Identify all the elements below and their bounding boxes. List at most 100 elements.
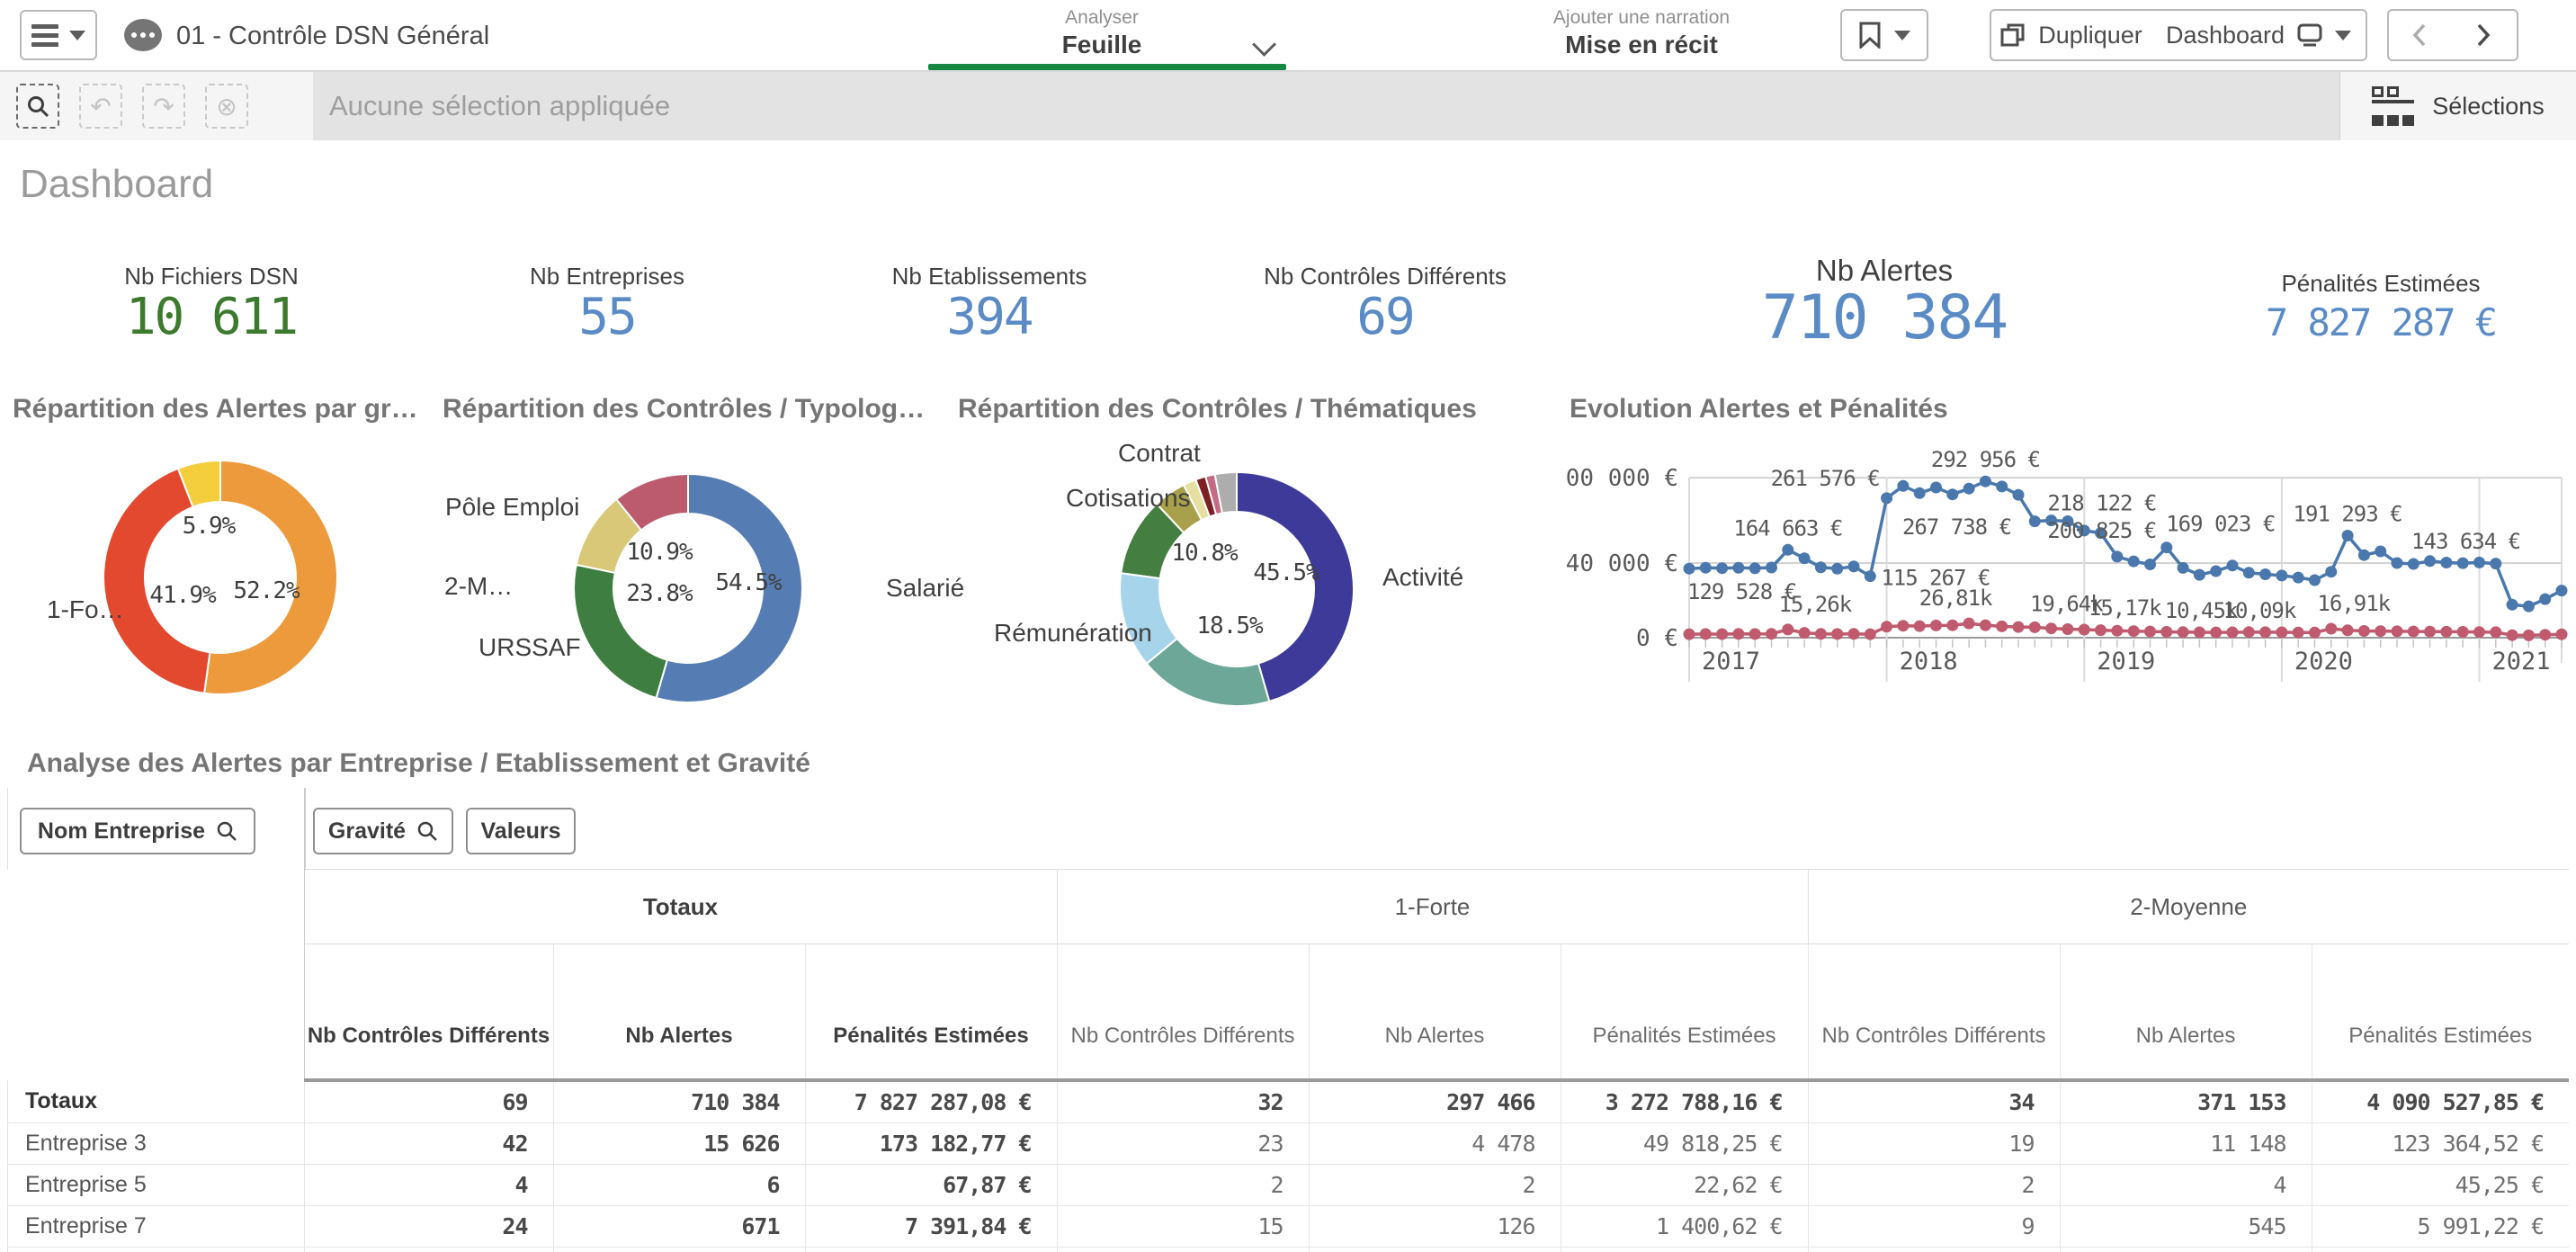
data-point[interactable] [1732,628,1744,639]
data-point[interactable] [2523,630,2535,641]
data-point[interactable] [2259,626,2271,638]
data-point[interactable] [2293,572,2304,584]
data-point[interactable] [2013,622,2025,633]
data-point[interactable] [1700,628,1712,639]
data-point[interactable] [1881,492,1892,504]
column-group-1-Forte[interactable]: 1-Forte [1057,870,1808,944]
data-point[interactable] [2293,627,2304,639]
data-point[interactable] [2178,562,2189,574]
data-point[interactable] [2309,575,2321,586]
row-label[interactable]: Entreprise 3 [7,1123,304,1165]
selections-tool-button[interactable]: Sélections [2339,72,2576,140]
data-point[interactable] [2556,585,2568,596]
data-point[interactable] [1716,629,1728,640]
data-point[interactable] [2227,627,2239,639]
data-point[interactable] [1865,570,1876,582]
data-point[interactable] [2178,626,2189,638]
duplicate-button[interactable]: Dupliquer [1990,9,2153,61]
tab-mise-en-recit[interactable]: Mise en récit [1462,31,1821,59]
data-point[interactable] [2342,530,2354,541]
data-point[interactable] [1963,483,1975,495]
data-point[interactable] [2490,558,2501,569]
data-point[interactable] [2440,626,2452,638]
data-point[interactable] [1831,628,1843,639]
data-point[interactable] [2358,550,2370,561]
chart-evolution-alertes-penalites[interactable]: Evolution Alertes et Pénalités 0 €140 00… [1565,387,2576,727]
data-point[interactable] [2062,623,2073,635]
data-point[interactable] [2424,555,2436,567]
donut-chart[interactable] [0,387,504,727]
chart-controles-typologie[interactable]: Répartition des Contrôles / Typolog… 10.… [432,387,949,727]
data-point[interactable] [2490,626,2501,638]
row-label[interactable]: Entreprise 7 [7,1206,304,1248]
data-point[interactable] [1684,563,1695,575]
data-point[interactable] [2013,489,2025,501]
data-point[interactable] [2523,601,2535,613]
data-point[interactable] [2440,557,2452,568]
kpi-nb-entreprises[interactable]: Nb Entreprises 55 [423,243,792,378]
data-point[interactable] [2210,627,2222,639]
prev-sheet-button[interactable] [2387,9,2452,61]
data-point[interactable] [1897,620,1909,631]
next-sheet-button[interactable] [2450,9,2518,61]
clear-selections-button[interactable]: ⊗ [205,84,248,129]
data-point[interactable] [2342,624,2354,636]
data-point[interactable] [2473,626,2485,638]
data-point[interactable] [2210,566,2222,577]
data-point[interactable] [1914,621,1926,632]
data-point[interactable] [2259,568,2271,580]
data-point[interactable] [2457,558,2469,569]
data-point[interactable] [1782,623,1793,635]
kpi-penalites-estimees[interactable]: Pénalités Estimées 7 827 287 € [2186,243,2576,378]
data-point[interactable] [2325,566,2337,577]
global-menu-button[interactable] [20,10,97,60]
data-point[interactable] [2507,599,2518,611]
data-point[interactable] [2539,594,2551,605]
smart-search-button[interactable] [16,84,59,129]
data-point[interactable] [2128,556,2140,568]
data-point[interactable] [2392,558,2403,569]
data-point[interactable] [1914,487,1926,499]
data-point[interactable] [2243,567,2255,578]
data-point[interactable] [1799,627,1811,639]
data-point[interactable] [2194,569,2205,581]
bookmark-button[interactable] [1840,9,1928,61]
data-point[interactable] [2473,557,2485,568]
data-point[interactable] [2325,623,2337,635]
data-point[interactable] [1799,552,1811,564]
row-dimension-button[interactable]: Nom Entreprise [20,808,255,854]
data-point[interactable] [1700,562,1712,574]
sheet-navigator-button[interactable]: Dashboard [2151,9,2367,61]
donut-chart[interactable] [949,387,1543,727]
data-point[interactable] [1749,628,1761,639]
data-point[interactable] [1980,476,1991,487]
kpi-nb-controles-differents[interactable]: Nb Contrôles Différents 69 [1187,243,1583,378]
data-point[interactable] [2194,627,2205,639]
data-point[interactable] [1946,620,1958,631]
data-point[interactable] [1732,562,1744,574]
data-point[interactable] [2045,622,2057,634]
data-point[interactable] [1996,621,2008,632]
data-point[interactable] [2375,546,2386,558]
data-point[interactable] [2144,559,2156,570]
data-point[interactable] [2144,626,2156,638]
data-point[interactable] [1963,618,1975,630]
data-point[interactable] [1815,561,1827,573]
data-point[interactable] [1766,628,1777,639]
data-point[interactable] [2029,515,2041,527]
data-point[interactable] [2276,569,2287,581]
chart-controles-thematiques[interactable]: Répartition des Contrôles / Thématiques … [949,387,1543,727]
data-point[interactable] [2243,626,2255,638]
data-point[interactable] [2079,624,2090,636]
data-point[interactable] [1716,562,1728,574]
data-point[interactable] [1848,628,1860,639]
data-point[interactable] [1946,488,1958,500]
row-label[interactable]: Entreprise 9 [7,1248,304,1252]
data-point[interactable] [2160,541,2172,553]
data-point[interactable] [1766,562,1777,574]
column-group-2-Moyenne[interactable]: 2-Moyenne [1808,870,2569,944]
data-point[interactable] [1815,628,1827,639]
kpi-nb-fichiers-dsn[interactable]: Nb Fichiers DSN 10 611 [0,243,423,378]
data-point[interactable] [1782,544,1793,556]
data-point[interactable] [1996,480,2008,492]
